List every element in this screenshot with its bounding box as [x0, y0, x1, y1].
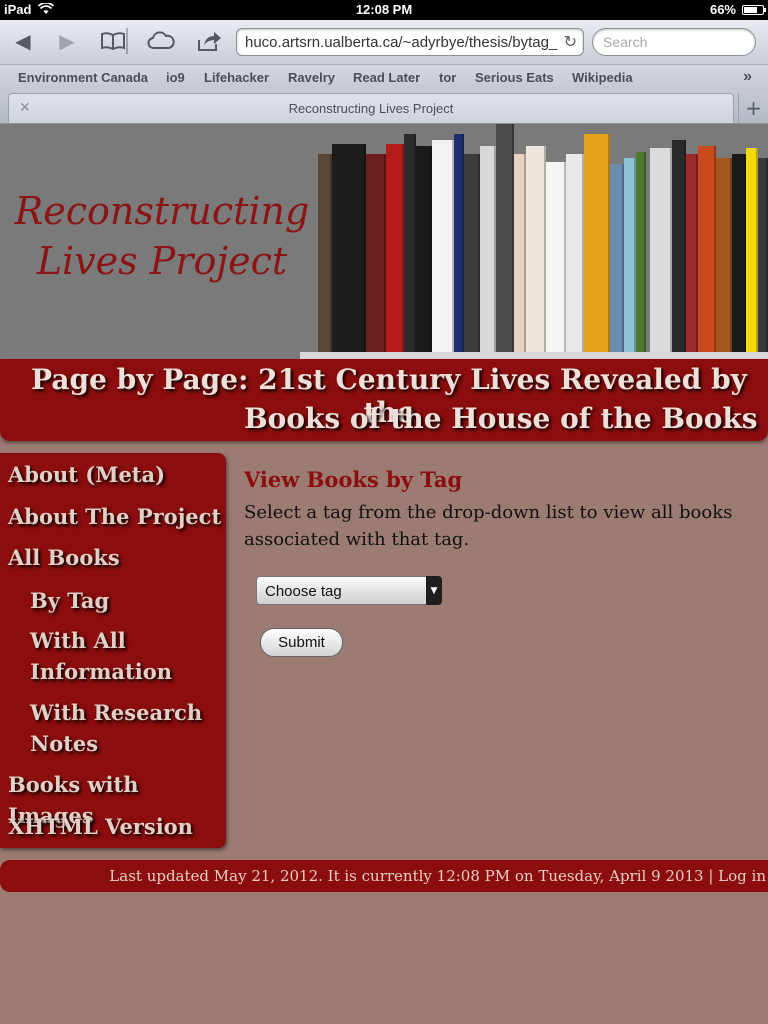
- chevron-down-icon: ▼: [426, 576, 442, 605]
- book-spine: [758, 158, 768, 354]
- icloud-tabs-icon[interactable]: [146, 28, 176, 54]
- bookmark-wikipedia[interactable]: Wikipedia: [572, 70, 633, 85]
- site-banner: Reconstructing Lives Project: [0, 124, 768, 359]
- book-spine: [636, 152, 646, 354]
- book-spine: [698, 146, 716, 354]
- tab-strip: ✕ Reconstructing Lives Project +: [0, 91, 768, 124]
- nav-about-project[interactable]: About The Project: [8, 501, 221, 532]
- book-spine: [650, 148, 672, 354]
- book-spine: [716, 158, 732, 354]
- book-spine: [480, 146, 496, 354]
- url-text: huco.artsrn.ualberta.ca/~adyrbye/thesis/…: [245, 34, 558, 51]
- nav-all-books[interactable]: All Books: [8, 542, 120, 573]
- reload-icon[interactable]: ↻: [564, 32, 577, 51]
- site-title-line2: Lives Project: [36, 239, 288, 283]
- book-spine: [584, 134, 610, 354]
- book-spine: [686, 154, 698, 354]
- nav-with-research-notes[interactable]: With Research Notes: [30, 697, 202, 759]
- book-spine: [624, 158, 636, 354]
- tab-title: Reconstructing Lives Project: [288, 101, 454, 116]
- page-title: Page by Page: 21st Century Lives Reveale…: [0, 359, 768, 441]
- tag-select[interactable]: Choose tag ▼: [256, 576, 442, 605]
- instructions-line2: associated with that tag.: [244, 529, 470, 550]
- submit-button[interactable]: Submit: [260, 628, 343, 657]
- section-title: View Books by Tag: [244, 467, 463, 492]
- book-spine: [332, 144, 366, 354]
- bookmark-lifehacker[interactable]: Lifehacker: [204, 70, 269, 85]
- new-tab-icon[interactable]: +: [738, 93, 768, 123]
- nav-xhtml-version[interactable]: XHTML Version: [8, 811, 193, 842]
- bookmark-tor[interactable]: tor: [439, 70, 456, 85]
- book-spine: [404, 134, 416, 354]
- book-spine: [732, 154, 746, 354]
- instructions-line1: Select a tag from the drop-down list to …: [244, 502, 733, 523]
- bookmarks-bar: Environment Canada io9 Lifehacker Ravelr…: [0, 65, 768, 91]
- site-title-line1: Reconstructing: [14, 189, 310, 233]
- search-input[interactable]: Search: [592, 28, 756, 56]
- nav-by-tag[interactable]: By Tag: [30, 585, 109, 616]
- book-spine: [672, 140, 686, 354]
- share-icon[interactable]: [194, 28, 224, 54]
- status-time: 12:08 PM: [355, 2, 413, 17]
- book-spine: [454, 134, 464, 354]
- forward-icon[interactable]: ▶: [52, 28, 82, 54]
- book-spine: [746, 148, 758, 354]
- shelf-base: [300, 352, 768, 359]
- nav-with-research-line1: With Research: [30, 700, 203, 725]
- more-bookmarks-icon[interactable]: »: [743, 68, 752, 86]
- tag-select-value: Choose tag: [265, 583, 342, 600]
- nav-with-all-line2: Information: [30, 659, 172, 684]
- book-spine: [366, 154, 386, 354]
- bookmark-io9[interactable]: io9: [166, 70, 185, 85]
- footer: Last updated May 21, 2012. It is current…: [0, 860, 768, 892]
- bookmark-read-later[interactable]: Read Later: [353, 70, 420, 85]
- back-icon[interactable]: ◀: [8, 28, 38, 54]
- browser-toolbar: ◀ ▶ huco.artsrn.ualberta.ca/~adyrbye/the…: [0, 20, 768, 65]
- instructions-text: Select a tag from the drop-down list to …: [244, 499, 744, 553]
- nav-with-all-information[interactable]: With All Information: [30, 625, 172, 687]
- book-spine: [514, 154, 526, 354]
- nav-about-meta[interactable]: About (Meta): [8, 459, 165, 490]
- book-spine: [496, 124, 514, 354]
- book-spine: [546, 162, 566, 354]
- bookmark-ravelry[interactable]: Ravelry: [288, 70, 335, 85]
- book-spine: [386, 144, 404, 354]
- bookshelf-image: [300, 124, 768, 359]
- battery-icon: [742, 5, 766, 15]
- page-title-line2: Books of the House of the Books: [244, 402, 758, 435]
- book-spine: [610, 164, 624, 354]
- bookmark-serious-eats[interactable]: Serious Eats: [475, 70, 554, 85]
- sidebar-nav: About (Meta) About The Project All Books…: [0, 453, 226, 848]
- book-spine: [526, 146, 546, 354]
- url-field[interactable]: huco.artsrn.ualberta.ca/~adyrbye/thesis/…: [236, 28, 584, 56]
- book-spine: [464, 154, 480, 354]
- tab-current[interactable]: ✕ Reconstructing Lives Project: [8, 93, 734, 123]
- footer-text: Last updated May 21, 2012. It is current…: [109, 867, 766, 885]
- book-spine: [432, 140, 454, 354]
- book-spine: [416, 146, 432, 354]
- nav-with-all-line1: With All: [30, 628, 126, 653]
- status-bar: iPad 12:08 PM 66%: [0, 0, 768, 20]
- nav-with-research-line2: Notes: [30, 731, 99, 756]
- bookmark-environment-canada[interactable]: Environment Canada: [18, 70, 148, 85]
- bookmarks-icon[interactable]: [98, 28, 128, 54]
- book-spine: [318, 154, 332, 354]
- battery-percent: 66%: [709, 2, 736, 17]
- site-title[interactable]: Reconstructing Lives Project: [12, 186, 312, 286]
- book-spine: [566, 154, 584, 354]
